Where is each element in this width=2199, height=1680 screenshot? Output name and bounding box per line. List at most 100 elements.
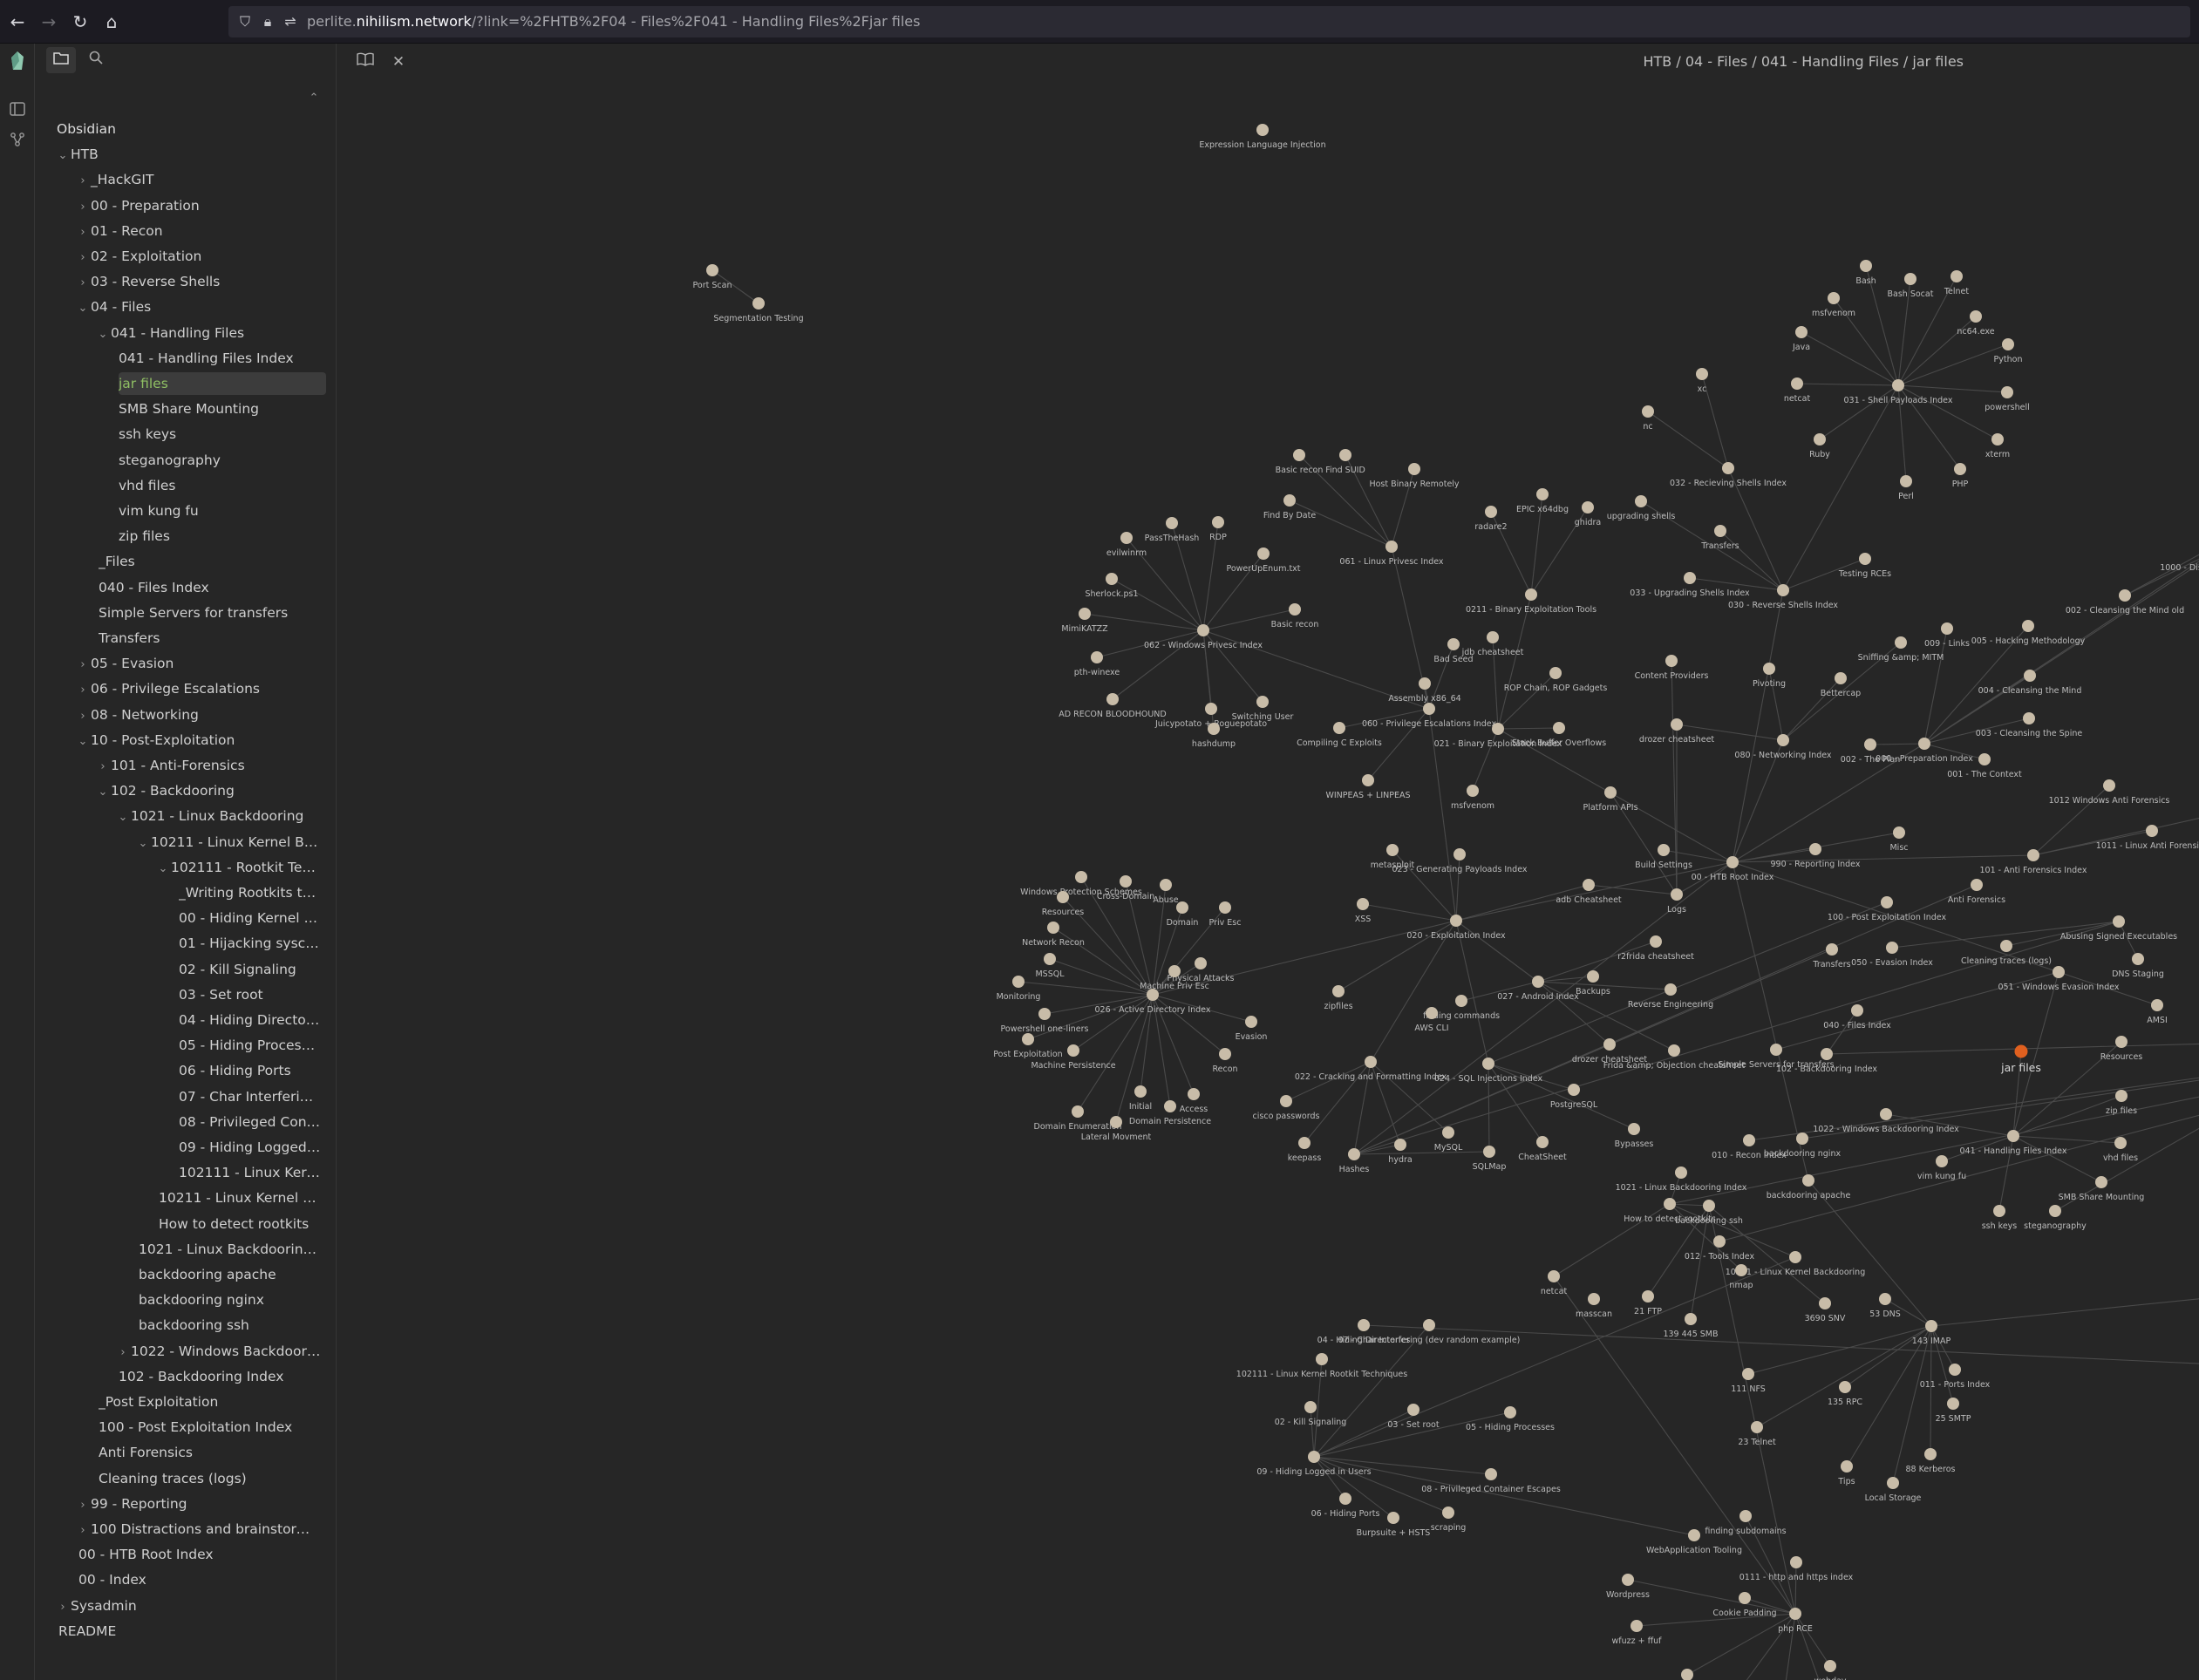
graph-node-dot[interactable] <box>1339 449 1351 461</box>
graph-node[interactable]: jdb cheatsheet <box>1461 631 1524 657</box>
graph-node[interactable]: EPIC x64dbg <box>1516 488 1569 514</box>
graph-node[interactable]: PowerUpEnum.txt <box>1226 548 1301 574</box>
graph-node-dot[interactable] <box>2000 940 2012 952</box>
graph-node-dot[interactable] <box>1091 651 1103 663</box>
graph-node[interactable]: 02 - Kill Signaling <box>1275 1401 1347 1427</box>
graph-node-dot[interactable] <box>1298 1137 1311 1149</box>
graph-node-dot[interactable] <box>1900 475 1912 487</box>
graph-node-dot[interactable] <box>1536 1136 1549 1148</box>
tree-file[interactable]: 1021 - Linux Backdooring Ind... <box>139 1238 326 1261</box>
graph-node-dot[interactable] <box>1685 1313 1697 1325</box>
graph-node[interactable]: Initial <box>1129 1085 1152 1112</box>
graph-node-dot[interactable] <box>1426 1007 1438 1019</box>
graph-node-dot[interactable] <box>2024 670 2036 682</box>
graph-node[interactable]: netcat <box>1784 377 1811 404</box>
graph-node[interactable]: powershell <box>1985 386 2030 412</box>
graph-node[interactable]: wfuzz + ffuf <box>1611 1620 1662 1646</box>
graph-node[interactable]: xterm <box>1985 433 2010 459</box>
graph-node[interactable]: Platform APIs <box>1583 786 1638 813</box>
tree-folder[interactable]: ⌄ 041 - Handling Files <box>95 322 326 344</box>
graph-node[interactable]: 21 FTP <box>1634 1290 1662 1316</box>
graph-node[interactable]: 011 - Ports Index <box>1920 1364 1991 1390</box>
address-bar[interactable]: ⛉ 🔒︎ ⇌ perlite.nihilism.network/?link=%2… <box>228 6 2190 37</box>
chevron-down-icon[interactable]: ⌄ <box>75 297 91 318</box>
graph-node-dot[interactable] <box>1941 622 1953 635</box>
graph-node-dot[interactable] <box>1860 260 1872 272</box>
graph-node-dot[interactable] <box>1485 506 1497 518</box>
collapse-all-icon[interactable]: ⌃ <box>304 89 323 108</box>
chevron-right-icon[interactable]: › <box>115 1342 131 1363</box>
tree-folder[interactable]: › 05 - Evasion <box>75 652 326 675</box>
graph-node[interactable]: 062 - Windows Privesc Index <box>1144 624 1263 650</box>
graph-node-dot[interactable] <box>1134 1085 1147 1098</box>
tree-file[interactable]: 03 - Set root <box>179 983 326 1006</box>
graph-node-dot[interactable] <box>1386 844 1399 856</box>
graph-node[interactable]: Sherlock.ps1 <box>1085 573 1139 599</box>
graph-node[interactable]: 111 NFS <box>1731 1368 1766 1394</box>
graph-node-dot[interactable] <box>1880 1108 1892 1120</box>
graph-node[interactable]: Anti Forensics <box>1948 879 2005 905</box>
graph-node-dot[interactable] <box>2022 620 2034 632</box>
tree-file[interactable]: README <box>58 1620 326 1643</box>
graph-node-dot[interactable] <box>1485 1468 1497 1480</box>
graph-node[interactable]: backdooring ssh <box>1675 1200 1743 1226</box>
graph-node[interactable]: webdav <box>1814 1660 1847 1680</box>
graph-node[interactable]: evilwinrm <box>1106 532 1147 558</box>
tree-file[interactable]: 04 - Hiding Directories <box>179 1009 326 1031</box>
graph-node[interactable]: PassTheHash <box>1145 517 1200 543</box>
graph-node-dot[interactable] <box>1826 943 1838 956</box>
graph-node-dot[interactable] <box>1895 636 1907 649</box>
graph-node-dot[interactable] <box>1642 1290 1654 1303</box>
graph-node-dot[interactable] <box>1423 1319 1435 1331</box>
graph-node-dot[interactable] <box>1971 879 1983 891</box>
graph-node[interactable]: Post Exploitation <box>993 1033 1063 1059</box>
graph-node-dot[interactable] <box>1106 693 1119 705</box>
graph-node-dot[interactable] <box>1742 1368 1754 1380</box>
graph-node[interactable]: 000 - Preparation Index <box>1876 738 1973 764</box>
graph-node-dot[interactable] <box>1631 1620 1643 1632</box>
graph-node-dot[interactable] <box>2115 1090 2128 1102</box>
tree-folder[interactable]: › 100 Distractions and brainstorming <box>75 1518 326 1541</box>
graph-node-dot[interactable] <box>1120 875 1132 888</box>
graph-node[interactable]: DNS Staging <box>2112 953 2164 979</box>
tree-file[interactable]: 02 - Kill Signaling <box>179 958 326 981</box>
reload-icon[interactable]: ↻ <box>68 10 92 34</box>
graph-node-dot[interactable] <box>1549 667 1562 679</box>
graph-node-dot[interactable] <box>1072 1105 1084 1118</box>
graph-node[interactable]: Ruby <box>1809 433 1830 459</box>
graph-node-dot[interactable] <box>1675 1166 1687 1179</box>
graph-node[interactable]: ssh keys <box>1982 1205 2018 1231</box>
tree-folder[interactable]: › 02 - Exploitation <box>75 245 326 268</box>
tree-folder[interactable]: › 99 - Reporting <box>75 1493 326 1515</box>
url-text[interactable]: perlite.nihilism.network/?link=%2FHTB%2F… <box>307 6 920 37</box>
graph-node[interactable]: keepass <box>1288 1137 1322 1163</box>
graph-node[interactable]: 1012 Windows Anti Forensics <box>2049 779 2170 806</box>
tree-folder[interactable]: › 08 - Networking <box>75 704 326 726</box>
graph-node[interactable]: MySQL <box>1434 1126 1463 1153</box>
chevron-right-icon[interactable]: › <box>75 196 91 217</box>
graph-node-dot[interactable] <box>1949 1364 1961 1376</box>
graph-node-dot[interactable] <box>1168 965 1181 977</box>
graph-node-dot[interactable] <box>1970 310 1982 323</box>
graph-node-dot[interactable] <box>1197 624 1209 636</box>
graph-view-icon[interactable] <box>5 131 30 155</box>
graph-node-dot[interactable] <box>1650 935 1662 948</box>
graph-node-dot[interactable] <box>1110 1116 1122 1128</box>
tree-file[interactable]: 08 - Privileged Contai... <box>179 1111 326 1133</box>
graph-node[interactable]: Transfers <box>1700 525 1739 551</box>
tree-file[interactable]: 00 - Index <box>78 1568 326 1591</box>
graph-node[interactable]: 080 - Networking Index <box>1734 734 1832 760</box>
graph-node-dot[interactable] <box>2119 589 2131 602</box>
graph-node-dot[interactable] <box>2049 1205 2061 1217</box>
graph-node-dot[interactable] <box>1751 1421 1763 1433</box>
graph-node-dot[interactable] <box>1851 1004 1863 1017</box>
graph-node[interactable]: 002 - Cleansing the Mind old <box>2066 589 2184 616</box>
graph-node-dot[interactable] <box>1936 1155 1948 1167</box>
graph-node[interactable]: ghidra <box>1575 501 1601 527</box>
graph-node-dot[interactable] <box>1212 516 1224 528</box>
graph-node-dot[interactable] <box>1839 1381 1851 1393</box>
graph-node-dot[interactable] <box>1525 588 1537 601</box>
forward-icon[interactable]: → <box>37 10 61 34</box>
tree-folder[interactable]: › 1022 - Windows Backdooring <box>115 1340 326 1363</box>
graph-node-dot[interactable] <box>1442 1126 1454 1139</box>
